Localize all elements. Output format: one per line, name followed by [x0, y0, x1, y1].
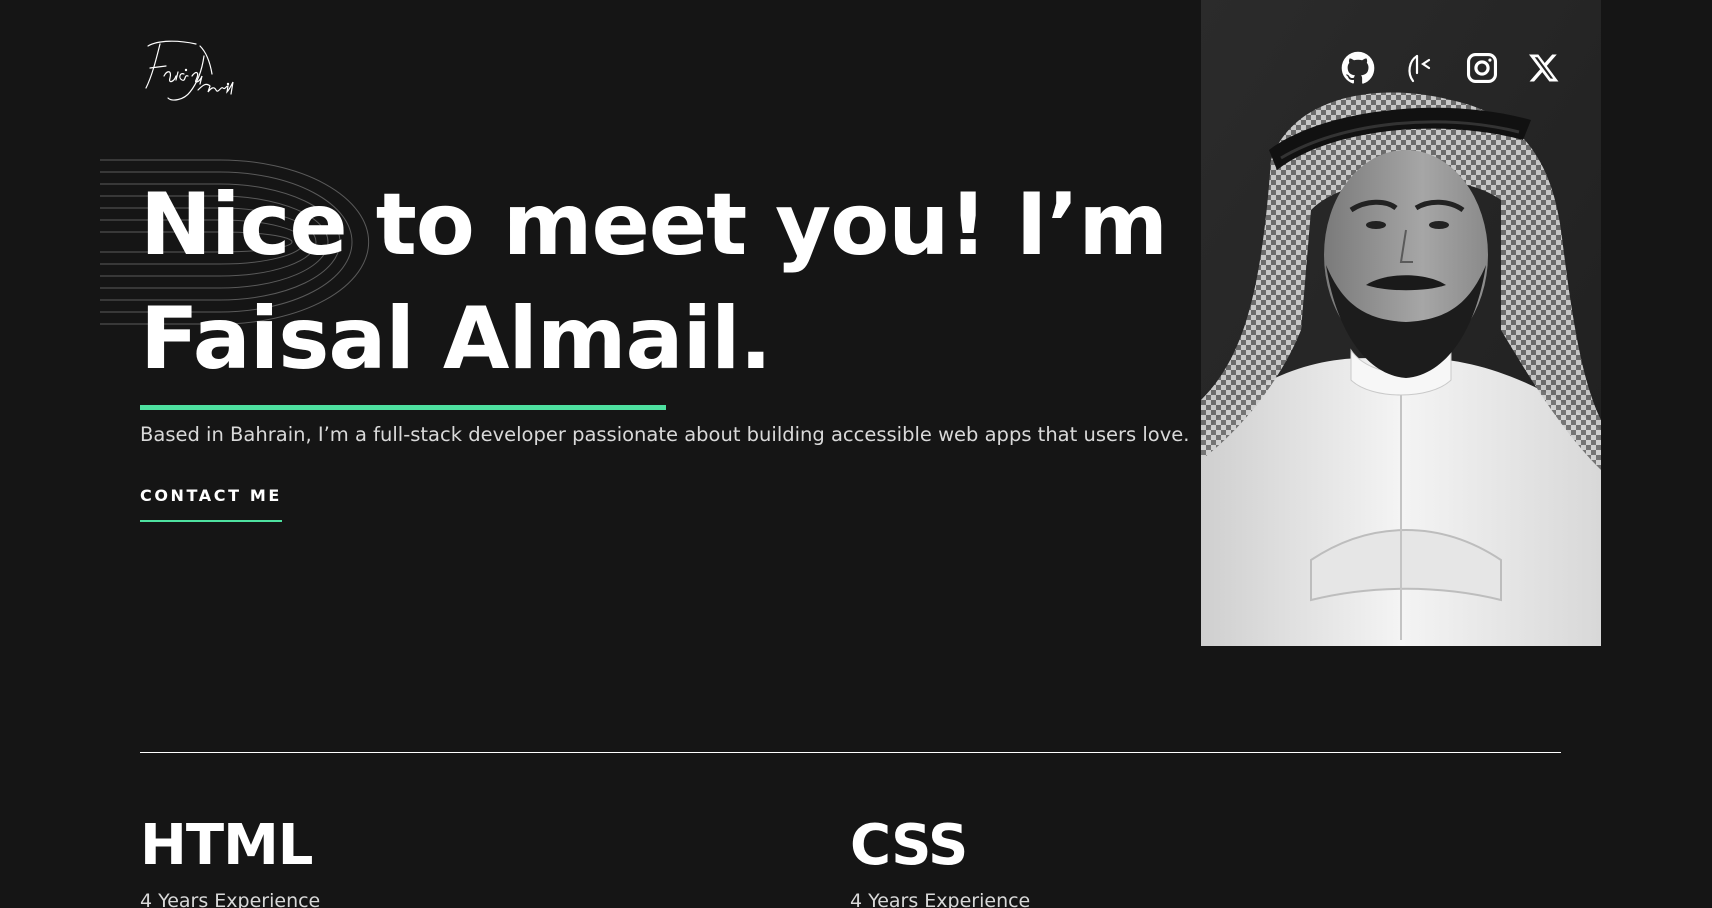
skill-experience: 4 Years Experience	[140, 890, 321, 908]
x-icon[interactable]	[1526, 50, 1562, 86]
skill-card: HTML 4 Years Experience	[140, 810, 320, 908]
skill-card: CSS 4 Years Experience	[850, 810, 1030, 908]
section-divider	[140, 752, 1561, 753]
name-accent-underline	[140, 405, 666, 410]
hero-intro: Based in Bahrain, I’m a full-stack devel…	[140, 423, 1190, 446]
mastodon-like-icon[interactable]	[1402, 50, 1438, 86]
headline-period: .	[739, 289, 773, 389]
headline-name-wrap: Faisal Almail	[140, 282, 740, 410]
skill-title: CSS	[850, 813, 968, 878]
instagram-icon[interactable]	[1464, 50, 1500, 86]
skill-title: HTML	[140, 813, 313, 878]
skill-experience: 4 Years Experience	[850, 890, 1031, 908]
signature-logo[interactable]	[138, 36, 250, 106]
profile-portrait	[1201, 0, 1601, 646]
hero-headline: Nice to meet you! I’m Faisal Almail.	[140, 168, 1168, 410]
headline-line-1: Nice to meet you! I’m	[140, 175, 1168, 275]
headline-name: Faisal Almail	[140, 289, 740, 389]
portfolio-page: Nice to meet you! I’m Faisal Almail. Bas…	[0, 0, 1712, 908]
contact-me-button[interactable]: CONTACT ME	[140, 486, 282, 522]
github-icon[interactable]	[1340, 50, 1376, 86]
social-links	[1340, 50, 1562, 86]
headline-line-2: Faisal Almail.	[140, 282, 1167, 410]
